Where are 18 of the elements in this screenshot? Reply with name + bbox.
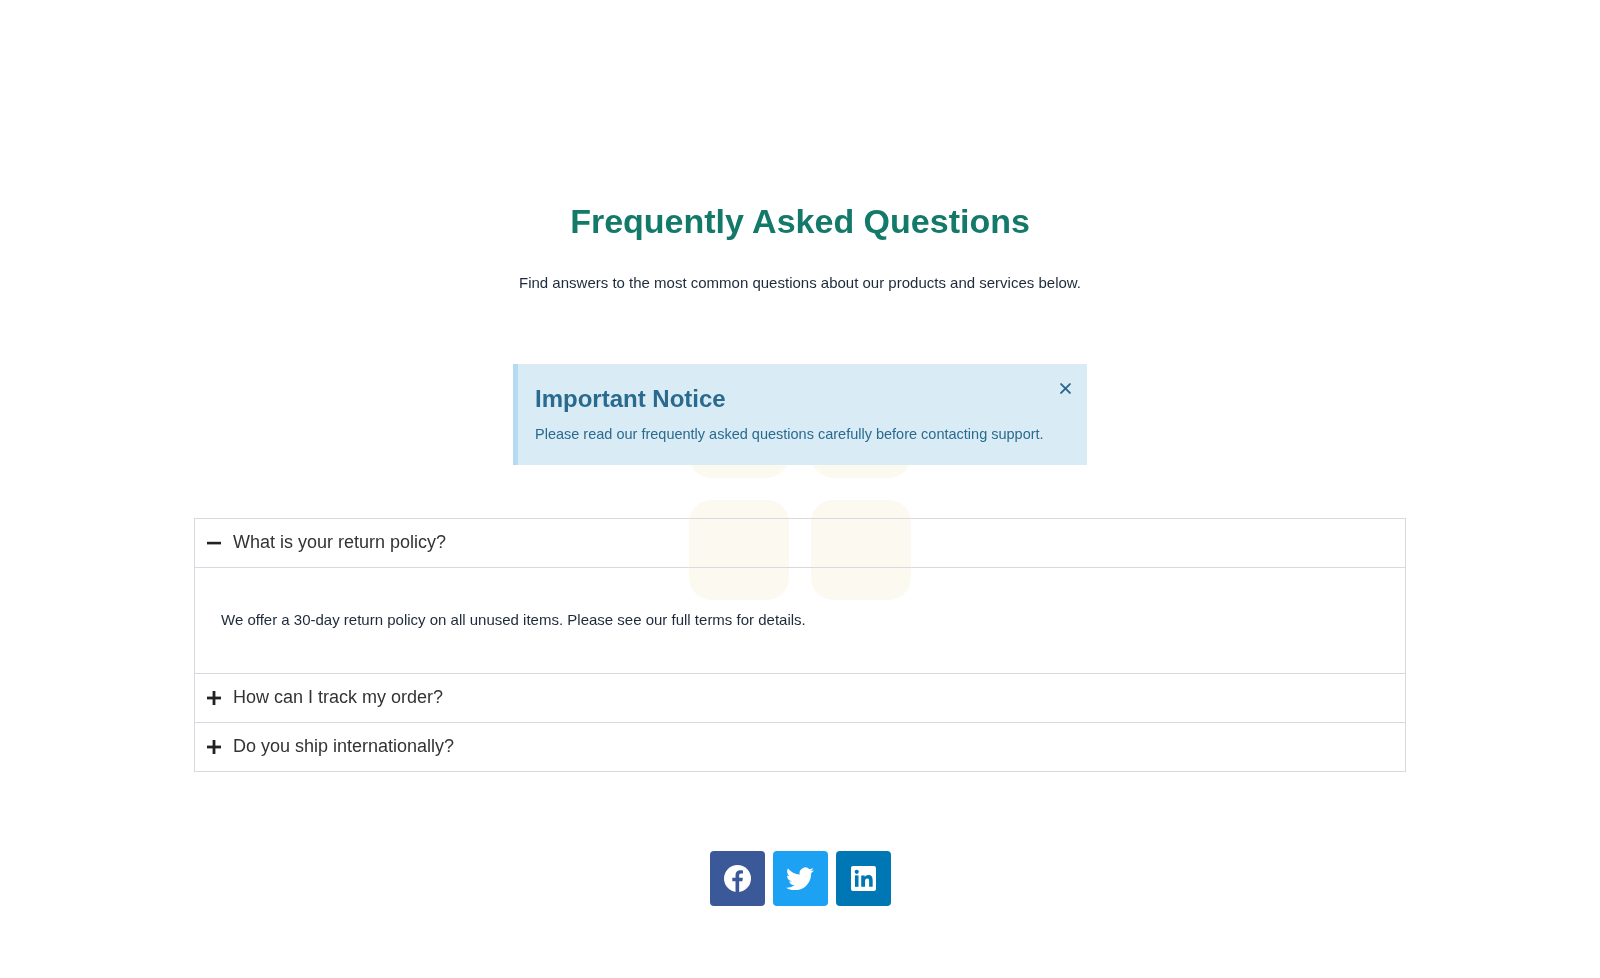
social-link-button[interactable]: [835, 850, 891, 906]
faq-question[interactable]: How can I track my order?: [195, 673, 1405, 722]
notice-title: Important Notice: [535, 383, 727, 413]
faq-question[interactable]: Do you ship internationally?: [195, 722, 1405, 771]
bird-icon: [786, 866, 814, 890]
f-logo-icon: [723, 864, 751, 892]
faq-answer: We offer a 30-day return policy on all unused items. Please see our full terms for details.: [221, 609, 807, 630]
social-link-button[interactable]: [772, 850, 828, 906]
notice-message: Please read our frequently asked questions carefully before contacting support.: [535, 424, 1043, 444]
plus-icon: [207, 690, 221, 705]
page-title: Frequently Asked Questions: [569, 201, 1031, 242]
social-link-button[interactable]: [709, 850, 765, 906]
close-button[interactable]: [1058, 380, 1073, 396]
in-logo-icon: [850, 865, 876, 891]
faq-question[interactable]: What is your return policy?: [195, 518, 1405, 567]
page-subtitle: Find answers to the most common questions about our products and services below.: [518, 272, 1082, 293]
close-icon: [1060, 382, 1071, 394]
plus-icon: [207, 739, 221, 754]
